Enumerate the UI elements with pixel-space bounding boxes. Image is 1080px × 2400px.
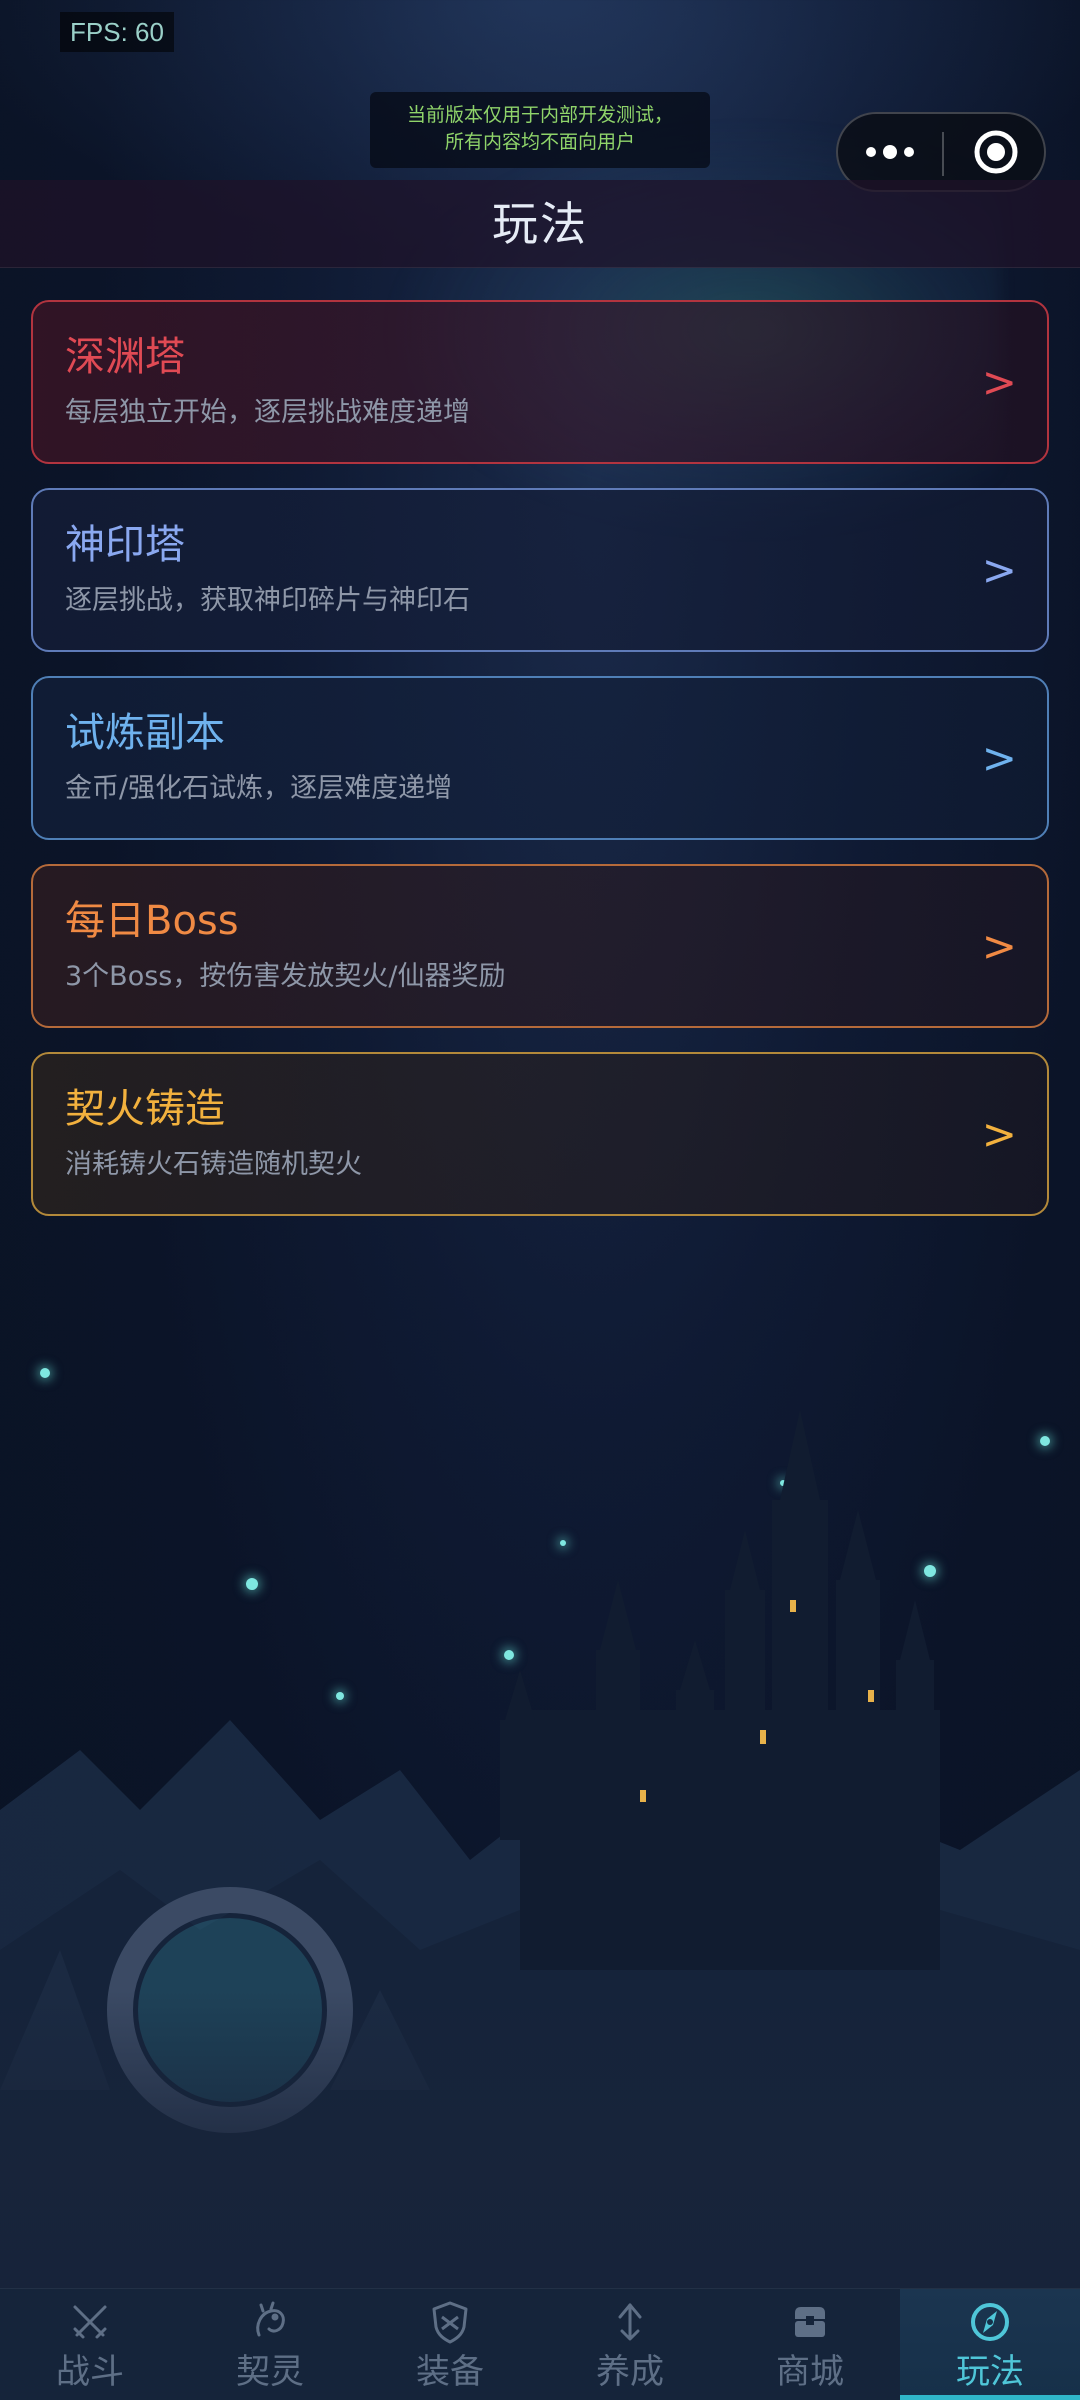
mode-card-description: 消耗铸火石铸造随机契火: [65, 1149, 362, 1180]
mode-list: 深渊塔 每层独立开始，逐层挑战难度递增 > 神印塔 逐层挑战，获取神印碎片与神印…: [31, 300, 1049, 1240]
fps-counter: FPS: 60: [60, 12, 174, 52]
mode-card-title: 深渊塔: [65, 334, 185, 380]
mode-card-description: 每层独立开始，逐层挑战难度递增: [65, 397, 470, 428]
tab-label: 契灵: [236, 2352, 304, 2392]
tab-label: 玩法: [956, 2352, 1024, 2392]
target-close-icon[interactable]: [944, 114, 1048, 190]
ground-fog: [0, 1990, 1080, 2290]
mode-card-title: 神印塔: [65, 522, 185, 568]
mode-card-description: 3个Boss，按伤害发放契火/仙器奖励: [65, 961, 506, 992]
star: [560, 1540, 566, 1546]
tab-battle[interactable]: 战斗: [0, 2289, 180, 2400]
tab-growth[interactable]: 养成: [540, 2289, 720, 2400]
tab-shop[interactable]: 商城: [720, 2289, 900, 2400]
mode-card-daily-boss[interactable]: 每日Boss 3个Boss，按伤害发放契火/仙器奖励 >: [31, 864, 1049, 1028]
chevron-right-icon: >: [981, 1109, 1017, 1159]
chevron-right-icon: >: [981, 357, 1017, 407]
mode-card-title: 契火铸造: [65, 1086, 225, 1132]
tab-spirits[interactable]: 契灵: [180, 2289, 360, 2400]
star: [780, 1480, 786, 1486]
upgrade-arrow-icon: [618, 2303, 642, 2341]
tab-label: 商城: [776, 2352, 844, 2392]
mode-card-trial-dungeon[interactable]: 试炼副本 金币/强化石试炼，逐层难度递增 >: [31, 676, 1049, 840]
mode-card-fire-forge[interactable]: 契火铸造 消耗铸火石铸造随机契火 >: [31, 1052, 1049, 1216]
bottom-tab-bar: 战斗 契灵 装备 养成 商城 玩法: [0, 2288, 1080, 2400]
tab-gameplay[interactable]: 玩法: [900, 2289, 1080, 2400]
tab-label: 装备: [416, 2352, 484, 2392]
mode-card-title: 试炼副本: [65, 710, 225, 756]
mode-card-seal-tower[interactable]: 神印塔 逐层挑战，获取神印碎片与神印石 >: [31, 488, 1049, 652]
mode-card-title: 每日Boss: [65, 898, 239, 944]
star: [924, 1565, 936, 1577]
chevron-right-icon: >: [981, 545, 1017, 595]
dev-notice-line-2: 所有内容均不面向用户: [444, 131, 635, 153]
page-title: 玩法: [492, 197, 588, 251]
mode-card-description: 逐层挑战，获取神印碎片与神印石: [65, 585, 470, 616]
tab-equipment[interactable]: 装备: [360, 2289, 540, 2400]
page-header: 玩法: [0, 180, 1080, 268]
shop-chest-icon: [795, 2307, 825, 2337]
compass-icon: [971, 2303, 1009, 2341]
chevron-right-icon: >: [981, 921, 1017, 971]
tab-label: 养成: [596, 2352, 664, 2392]
crossed-swords-icon: [73, 2305, 107, 2339]
shield-icon: [432, 2301, 468, 2344]
star: [246, 1578, 258, 1590]
dev-notice-banner: 当前版本仅用于内部开发测试， 所有内容均不面向用户: [370, 92, 710, 168]
star: [336, 1692, 344, 1700]
star: [1040, 1436, 1050, 1446]
spirit-beast-icon: [256, 2301, 285, 2337]
dev-notice-line-1: 当前版本仅用于内部开发测试，: [406, 104, 673, 126]
chevron-right-icon: >: [981, 733, 1017, 783]
castle-mountain-silhouette: [0, 1410, 1080, 2290]
more-dots-icon[interactable]: [838, 114, 942, 190]
star: [504, 1650, 514, 1660]
star: [40, 1368, 50, 1378]
mode-card-abyss-tower[interactable]: 深渊塔 每层独立开始，逐层挑战难度递增 >: [31, 300, 1049, 464]
tab-label: 战斗: [56, 2352, 124, 2392]
mode-card-description: 金币/强化石试炼，逐层难度递增: [65, 773, 453, 804]
